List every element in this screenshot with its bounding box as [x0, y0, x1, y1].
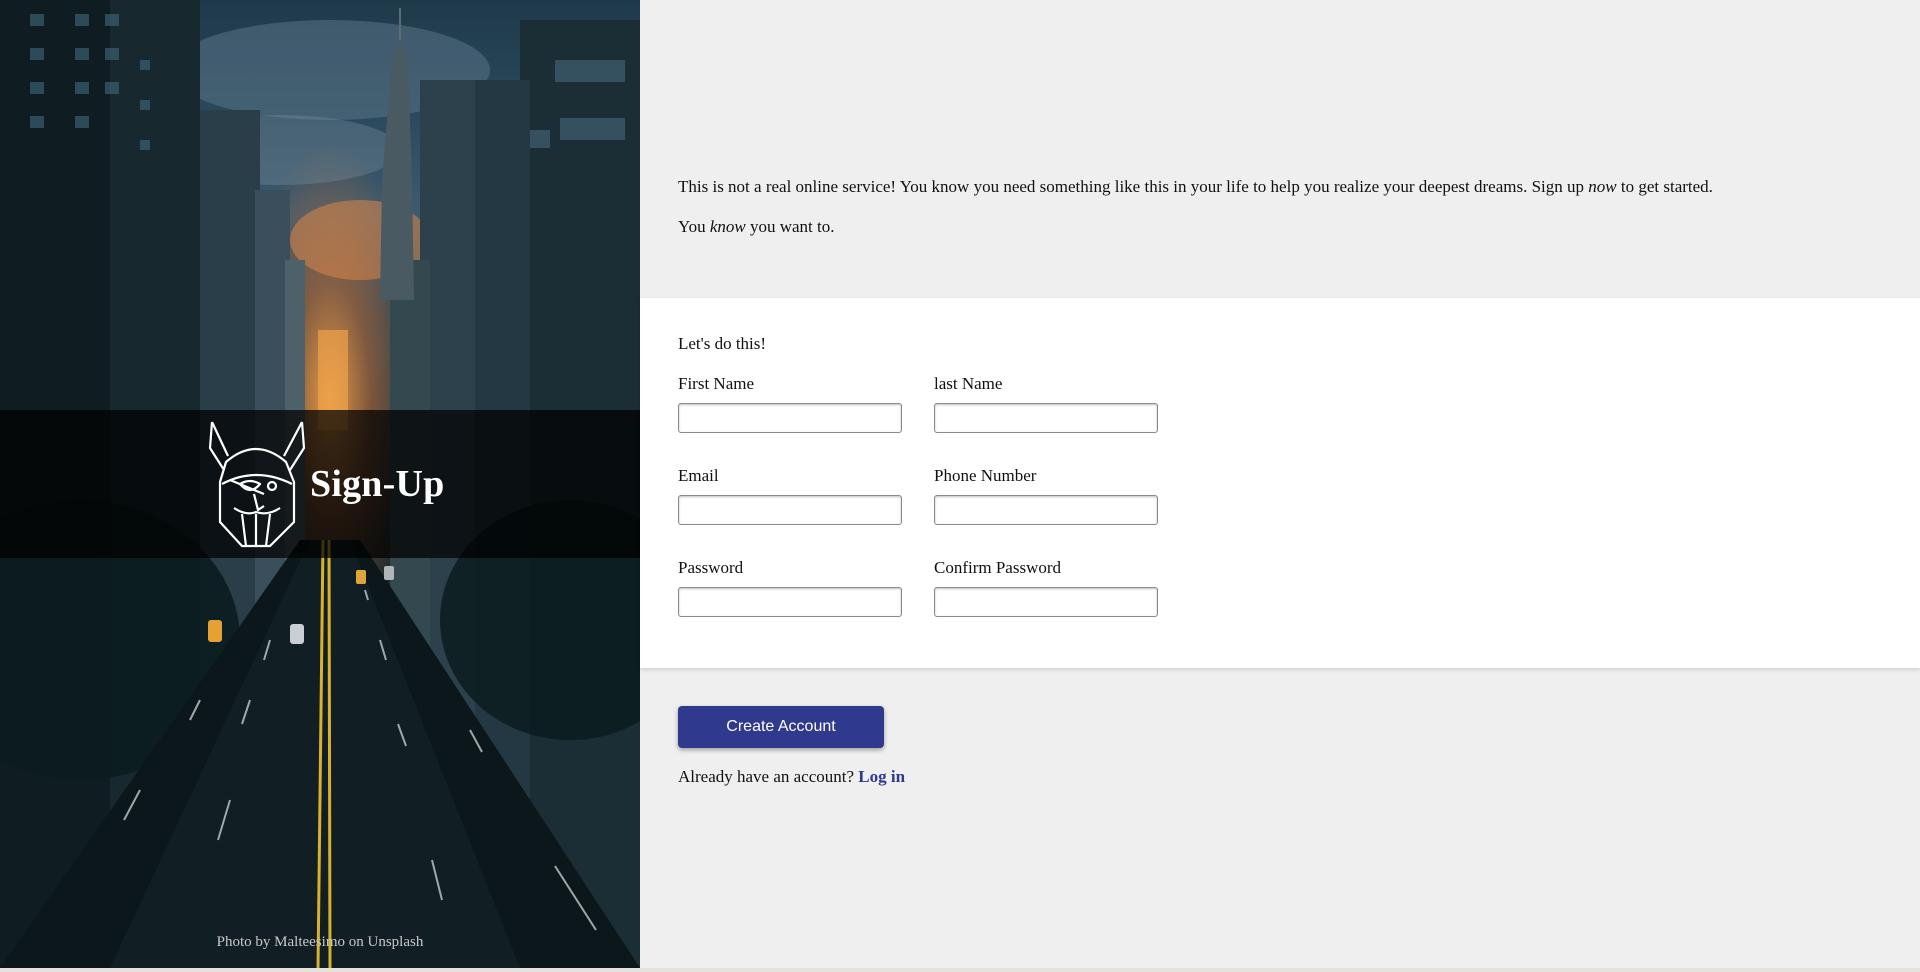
- intro-text-part: This is not a real online service! You k…: [678, 177, 1589, 196]
- phone-label: Phone Number: [934, 466, 1037, 485]
- password-input[interactable]: [678, 587, 902, 617]
- confirm-password-label: Confirm Password: [934, 558, 1062, 577]
- intro-paragraph-2: You know you want to.: [678, 216, 1898, 238]
- first-name-label: First Name: [678, 374, 755, 393]
- create-account-button[interactable]: Create Account: [678, 706, 884, 748]
- intro-paragraph-1: This is not a real online service! You k…: [678, 176, 1898, 198]
- brand: Sign-Up: [206, 418, 444, 550]
- login-prompt-text: Already have an account?: [678, 767, 855, 786]
- confirm-password-field-group: Confirm Password: [934, 558, 1158, 617]
- intro-text: This is not a real online service! You k…: [678, 176, 1898, 256]
- last-name-input[interactable]: [934, 403, 1158, 433]
- intro-text-part: to get started.: [1616, 177, 1713, 196]
- password-field-group: Password: [678, 558, 902, 617]
- last-name-label: last Name: [934, 374, 1003, 393]
- intro-text-part: you want to.: [745, 217, 835, 236]
- phone-input[interactable]: [934, 495, 1158, 525]
- first-name-field-group: First Name: [678, 374, 902, 433]
- signup-form: Let's do this! First Name last Name Emai…: [640, 298, 1920, 668]
- viking-helmet-icon: [208, 421, 306, 548]
- main-content: This is not a real online service! You k…: [640, 0, 1920, 968]
- form-heading: Let's do this!: [678, 334, 767, 353]
- brand-title: Sign-Up: [310, 463, 445, 505]
- first-name-input[interactable]: [678, 403, 902, 433]
- email-label: Email: [678, 466, 719, 485]
- last-name-field-group: last Name: [934, 374, 1158, 433]
- password-label: Password: [678, 558, 744, 577]
- login-prompt: Already have an account? Log in: [678, 767, 905, 787]
- intro-emphasis-know: know: [709, 217, 746, 236]
- page: Sign-Up Photo by Malteesimo on Unsplash …: [0, 0, 1920, 972]
- hero-panel: Sign-Up Photo by Malteesimo on Unsplash: [0, 0, 640, 968]
- intro-text-part: You: [678, 217, 710, 236]
- phone-field-group: Phone Number: [934, 466, 1158, 525]
- photo-credit: Photo by Malteesimo on Unsplash: [216, 934, 424, 950]
- confirm-password-input[interactable]: [934, 587, 1158, 617]
- email-field-group: Email: [678, 466, 902, 525]
- email-input[interactable]: [678, 495, 902, 525]
- intro-emphasis-now: now: [1588, 177, 1617, 196]
- login-link[interactable]: Log in: [858, 767, 905, 786]
- bottom-strip: [0, 968, 1920, 972]
